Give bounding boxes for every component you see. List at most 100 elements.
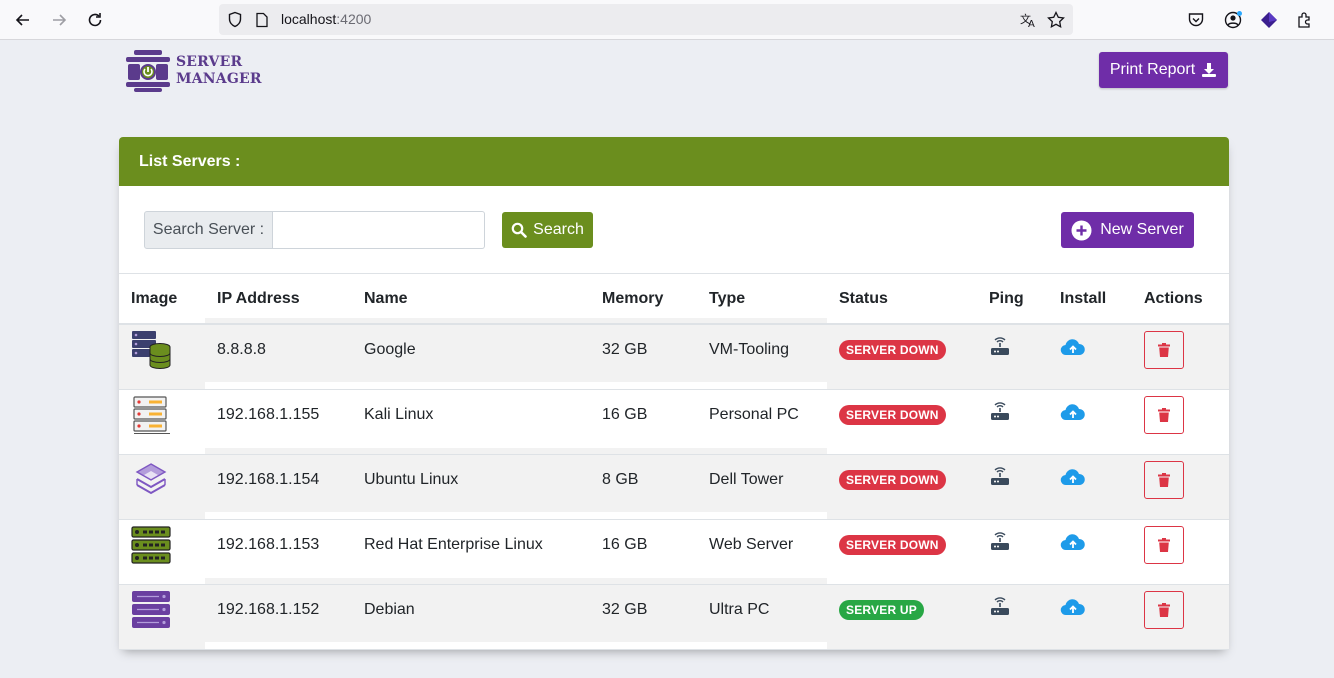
- search-button[interactable]: Search: [502, 212, 593, 248]
- servers-toolbar: Search Server : Search New Server: [119, 186, 1229, 274]
- delete-button[interactable]: [1144, 460, 1184, 499]
- status-badge: SERVER DOWN: [839, 469, 946, 490]
- app-logo[interactable]: SERVER MANAGER: [124, 50, 261, 94]
- card-title: List Servers :: [119, 137, 1229, 186]
- router-ping-icon[interactable]: [989, 402, 1011, 422]
- ping-cell: [977, 389, 1048, 454]
- delete-button[interactable]: [1144, 525, 1184, 564]
- column-header-image: Image: [119, 274, 205, 325]
- bookmark-star-icon[interactable]: [1047, 11, 1065, 29]
- ping-cell: [977, 454, 1048, 519]
- name-cell: Ubuntu Linux: [364, 470, 459, 488]
- status-cell: SERVER DOWN: [827, 454, 977, 519]
- server-image-cell: [119, 324, 205, 389]
- print-report-label: Print Report: [1109, 61, 1196, 78]
- new-server-label: New Server: [1100, 221, 1184, 238]
- trash-icon: [1158, 472, 1170, 487]
- extensions-puzzle-icon[interactable]: [1294, 9, 1316, 31]
- database-server-icon: [132, 330, 171, 369]
- table-row: 8.8.8.8 Google 32 GB VM-Tooling SERVER D…: [119, 324, 1229, 389]
- logo-text: SERVER MANAGER: [176, 54, 262, 88]
- status-cell: SERVER DOWN: [827, 519, 977, 584]
- router-ping-icon[interactable]: [989, 337, 1011, 357]
- router-ping-icon[interactable]: [989, 467, 1011, 487]
- memory-cell: 16 GB: [602, 535, 648, 553]
- print-report-button[interactable]: Print Report: [1099, 52, 1228, 88]
- ping-cell: [977, 324, 1048, 389]
- trash-icon: [1158, 537, 1170, 552]
- reload-icon[interactable]: [83, 8, 107, 32]
- type-cell: Dell Tower: [709, 470, 784, 488]
- table-row: 192.168.1.154 Ubuntu Linux 8 GB Dell Tow…: [119, 454, 1229, 519]
- address-bar[interactable]: localhost:4200 文A: [219, 4, 1073, 35]
- back-icon[interactable]: [11, 8, 35, 32]
- svg-text:A: A: [1028, 19, 1035, 29]
- account-icon[interactable]: [1222, 9, 1244, 31]
- servers-card: List Servers : Search Server : Search Ne…: [119, 137, 1229, 649]
- translate-icon[interactable]: 文A: [1019, 11, 1037, 29]
- ip-cell: 8.8.8.8: [217, 340, 266, 358]
- delete-button[interactable]: [1144, 395, 1184, 434]
- server-image-cell: [119, 584, 205, 649]
- table-row: 192.168.1.152 Debian 32 GB Ultra PC SERV…: [119, 584, 1229, 649]
- column-header-actions: Actions: [1132, 274, 1229, 325]
- memory-cell: 32 GB: [602, 340, 648, 358]
- memory-cell: 8 GB: [602, 470, 639, 488]
- shield-icon[interactable]: [227, 11, 243, 28]
- ping-cell: [977, 519, 1048, 584]
- install-cell: [1048, 584, 1132, 649]
- install-cell: [1048, 454, 1132, 519]
- type-cell: Web Server: [709, 535, 794, 553]
- status-cell: SERVER DOWN: [827, 324, 977, 389]
- status-cell: SERVER UP: [827, 584, 977, 649]
- search-input[interactable]: [273, 211, 485, 249]
- delete-button[interactable]: [1144, 590, 1184, 629]
- page-info-icon[interactable]: [255, 12, 269, 28]
- type-cell: Ultra PC: [709, 600, 770, 618]
- status-cell: SERVER DOWN: [827, 389, 977, 454]
- status-badge: SERVER DOWN: [839, 339, 946, 360]
- router-ping-icon[interactable]: [989, 532, 1011, 552]
- ip-cell: 192.168.1.152: [217, 600, 320, 618]
- extension-diamond-icon[interactable]: [1258, 9, 1280, 31]
- ip-cell: 192.168.1.154: [217, 470, 320, 488]
- plus-circle-icon: [1071, 220, 1092, 240]
- server-image-cell: [119, 454, 205, 519]
- delete-button[interactable]: [1144, 330, 1184, 369]
- status-badge: SERVER DOWN: [839, 404, 946, 425]
- servers-table: Image IP Address Name Memory Type Status…: [119, 274, 1229, 650]
- cloud-upload-icon[interactable]: [1060, 598, 1086, 616]
- pocket-icon[interactable]: [1185, 9, 1207, 31]
- ip-cell: 192.168.1.153: [217, 535, 320, 553]
- name-cell: Kali Linux: [364, 405, 434, 423]
- memory-cell: 16 GB: [602, 405, 648, 423]
- actions-cell: [1132, 584, 1229, 649]
- column-header-status: Status: [827, 274, 977, 325]
- type-cell: Personal PC: [709, 405, 799, 423]
- table-row: 192.168.1.153 Red Hat Enterprise Linux 1…: [119, 519, 1229, 584]
- cloud-upload-icon[interactable]: [1060, 403, 1086, 421]
- green-server-rack-icon: [131, 525, 171, 564]
- server-rack-icon: [133, 395, 170, 434]
- url-host: localhost: [281, 11, 337, 27]
- server-manager-logo-icon: [126, 50, 170, 92]
- cloud-upload-icon[interactable]: [1060, 533, 1086, 551]
- type-cell: VM-Tooling: [709, 340, 790, 358]
- cloud-upload-icon[interactable]: [1060, 468, 1086, 486]
- cloud-upload-icon[interactable]: [1060, 338, 1086, 356]
- actions-cell: [1132, 519, 1229, 584]
- new-server-button[interactable]: New Server: [1061, 212, 1194, 248]
- name-cell: Debian: [364, 600, 415, 618]
- trash-icon: [1158, 602, 1170, 617]
- memory-cell: 32 GB: [602, 600, 648, 618]
- router-ping-icon[interactable]: [989, 597, 1011, 617]
- server-image-cell: [119, 389, 205, 454]
- search-button-label: Search: [533, 221, 584, 238]
- status-badge: SERVER UP: [839, 599, 924, 620]
- url-text[interactable]: localhost:4200: [281, 11, 371, 27]
- download-icon: [1202, 63, 1217, 77]
- search-server-label: Search Server :: [144, 211, 273, 249]
- actions-cell: [1132, 389, 1229, 454]
- logo-line-1: SERVER: [176, 54, 243, 70]
- forward-icon[interactable]: [47, 8, 71, 32]
